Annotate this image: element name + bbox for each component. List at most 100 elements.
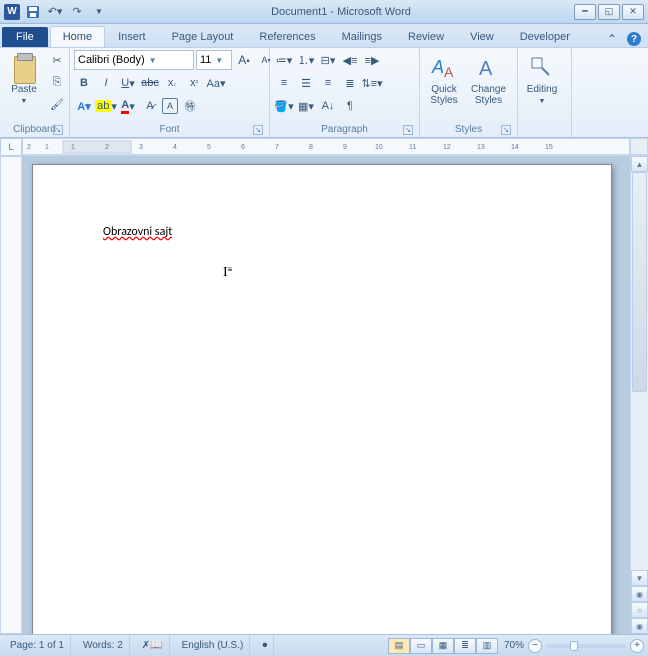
copy-icon[interactable]: ⎘ [47,72,67,92]
tab-selector[interactable]: L [0,138,22,156]
language-status[interactable]: English (U.S.) [176,635,251,656]
close-button[interactable]: ✕ [622,4,644,20]
highlight-icon[interactable]: ab▾ [96,96,116,116]
editing-button[interactable]: Editing▼ [522,50,562,108]
justify-icon[interactable]: ≣ [340,73,360,93]
prev-page-icon[interactable]: ◉ [631,586,648,602]
align-right-icon[interactable]: ≡ [318,73,338,93]
minimize-ribbon-icon[interactable]: ⌃ [604,31,620,47]
outline-view-icon[interactable]: ≣ [454,638,476,654]
numbering-icon[interactable]: ⒈▾ [296,50,316,70]
file-tab[interactable]: File [2,27,48,47]
shading-icon[interactable]: 🪣▾ [274,96,294,116]
vertical-ruler[interactable] [0,156,22,634]
styles-launcher[interactable]: ↘ [501,125,511,135]
font-size-value: 11 [200,54,211,66]
grow-font-icon[interactable]: A▴ [234,50,254,70]
decrease-indent-icon[interactable]: ◀≡ [340,50,360,70]
scroll-track[interactable] [631,172,648,570]
cut-icon[interactable]: ✂ [47,50,67,70]
borders-icon[interactable]: ▦▾ [296,96,316,116]
draft-view-icon[interactable]: ▥ [476,638,498,654]
align-center-icon[interactable]: ☰ [296,73,316,93]
redo-icon[interactable]: ↷ [68,3,86,21]
bullets-icon[interactable]: ≔▾ [274,50,294,70]
save-icon[interactable] [24,3,42,21]
document-viewport[interactable]: Obrazovni sajt I≡ [22,156,630,634]
clipboard-launcher[interactable]: ↘ [53,125,63,135]
tab-insert[interactable]: Insert [105,26,159,47]
clipboard-group-label: Clipboard [13,124,56,135]
scroll-down-icon[interactable]: ▼ [631,570,648,586]
underline-icon[interactable]: U▾ [118,73,138,93]
minimize-button[interactable]: ━ [574,4,596,20]
zoom-out-button[interactable]: − [528,639,542,653]
tab-page-layout[interactable]: Page Layout [159,26,247,47]
subscript-icon[interactable]: x₂ [162,73,182,93]
italic-icon[interactable]: I [96,73,116,93]
paragraph-launcher[interactable]: ↘ [403,125,413,135]
tab-references[interactable]: References [246,26,328,47]
svg-text:A: A [479,58,493,80]
window-title: Document1 - Microsoft Word [108,6,574,18]
zoom-slider[interactable] [546,644,626,648]
change-case-icon[interactable]: Aa▾ [206,73,226,93]
restore-button[interactable]: ◱ [598,4,620,20]
character-border-icon[interactable]: A [162,98,178,114]
quick-styles-button[interactable]: AA Quick Styles [424,50,464,108]
svg-text:7: 7 [275,144,279,151]
zoom-thumb[interactable] [570,641,578,651]
print-layout-view-icon[interactable]: ▤ [388,638,410,654]
paragraph-group-label: Paragraph [321,124,368,135]
work-area: Obrazovni sajt I≡ ▲ ▼ ◉ ○ ◉ [0,156,648,634]
enclose-char-icon[interactable]: ㊕ [180,96,200,116]
tab-view[interactable]: View [457,26,507,47]
browse-object-icon[interactable]: ○ [631,602,648,618]
clear-formatting-icon[interactable]: A̷ [140,96,160,116]
paste-button[interactable]: Paste▼ [4,50,44,108]
svg-text:6: 6 [241,144,245,151]
editing-label: Editing [527,84,558,95]
font-launcher[interactable]: ↘ [253,125,263,135]
qat-customize-icon[interactable]: ▼ [90,3,108,21]
horizontal-ruler[interactable]: 21 123456789101112131415 [22,138,630,155]
macro-record-icon[interactable]: ⏺ [256,635,274,656]
align-left-icon[interactable]: ≡ [274,73,294,93]
tab-developer[interactable]: Developer [507,26,583,47]
tab-review[interactable]: Review [395,26,457,47]
ruler-toggle[interactable] [630,138,648,155]
help-icon[interactable]: ? [626,31,642,47]
text-effects-icon[interactable]: A▾ [74,96,94,116]
vertical-scrollbar[interactable]: ▲ ▼ ◉ ○ ◉ [630,156,648,634]
zoom-level[interactable]: 70% [504,640,524,651]
page-status[interactable]: Page: 1 of 1 [4,635,71,656]
line-spacing-icon[interactable]: ⇅≡▾ [362,73,382,93]
proofing-icon[interactable]: ✗📖 [136,635,170,656]
font-color-icon[interactable]: A▾ [118,96,138,116]
increase-indent-icon[interactable]: ≡▶ [362,50,382,70]
document-text[interactable]: Obrazovni sajt [103,225,172,239]
ribbon-tabs: File Home Insert Page Layout References … [0,24,648,48]
zoom-in-button[interactable]: + [630,639,644,653]
bold-icon[interactable]: B [74,73,94,93]
page[interactable]: Obrazovni sajt I≡ [32,164,612,634]
web-layout-view-icon[interactable]: ▦ [432,638,454,654]
tab-mailings[interactable]: Mailings [329,26,395,47]
change-styles-button[interactable]: A Change Styles [467,50,510,108]
next-page-icon[interactable]: ◉ [631,618,648,634]
multilevel-list-icon[interactable]: ⊟▾ [318,50,338,70]
font-name-combo[interactable]: Calibri (Body)▼ [74,50,194,70]
quick-styles-label: Quick Styles [430,84,457,106]
font-size-combo[interactable]: 11▼ [196,50,232,70]
tab-home[interactable]: Home [50,26,105,47]
word-count[interactable]: Words: 2 [77,635,130,656]
strikethrough-icon[interactable]: abc [140,73,160,93]
undo-icon[interactable]: ↶▾ [46,3,64,21]
scroll-up-icon[interactable]: ▲ [631,156,648,172]
superscript-icon[interactable]: x² [184,73,204,93]
show-marks-icon[interactable]: ¶ [340,96,360,116]
format-painter-icon[interactable]: 🖌 [47,94,67,114]
full-screen-view-icon[interactable]: ▭ [410,638,432,654]
scroll-thumb[interactable] [632,172,647,392]
sort-icon[interactable]: A↓ [318,96,338,116]
